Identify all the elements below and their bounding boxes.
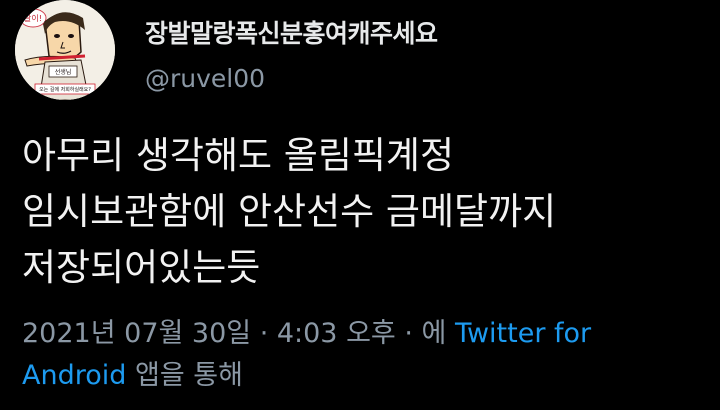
- avatar-bubble-text: 찰이!: [24, 13, 42, 23]
- tweet-text: 아무리 생각해도 올림픽계정 임시보관함에 안산선수 금메달까지 저장되어있는듯: [22, 128, 702, 296]
- meta-line-2: Android 앱을 통해: [22, 355, 702, 397]
- tweet-text-line: 아무리 생각해도 올림픽계정: [22, 134, 455, 177]
- meta-line-1: 2021년 07월 30일 · 4:03 오후 · 에 Twitter for: [22, 313, 702, 355]
- timestamp[interactable]: 2021년 07월 30일 · 4:03 오후 · 에: [22, 318, 446, 349]
- source-link-continued[interactable]: Android: [22, 360, 126, 391]
- display-name[interactable]: 장발말랑폭신분홍여캐주세요: [145, 14, 438, 50]
- tweet-text-line: 임시보관함에 안산선수 금메달까지: [22, 190, 557, 233]
- via-suffix: 앱을 통해: [134, 360, 243, 391]
- user-handle[interactable]: @ruvel00: [145, 64, 265, 93]
- avatar[interactable]: 찰이! 선생님 오는 길에 저희하실래요?: [15, 0, 115, 100]
- tweet: 찰이! 선생님 오는 길에 저희하실래요? 장발말랑폭신분홍여캐주세요 @ruv…: [0, 0, 720, 410]
- tweet-text-line: 저장되어있는듯: [22, 246, 261, 289]
- avatar-bottom-text: 오는 길에 저희하실래요?: [39, 86, 91, 93]
- source-link[interactable]: Twitter for: [455, 318, 591, 349]
- tweet-meta: 2021년 07월 30일 · 4:03 오후 · 에 Twitter for …: [22, 313, 702, 397]
- avatar-caption-text: 선생님: [55, 68, 72, 76]
- cartoon-character-avatar-icon: 찰이! 선생님 오는 길에 저희하실래요?: [15, 0, 115, 100]
